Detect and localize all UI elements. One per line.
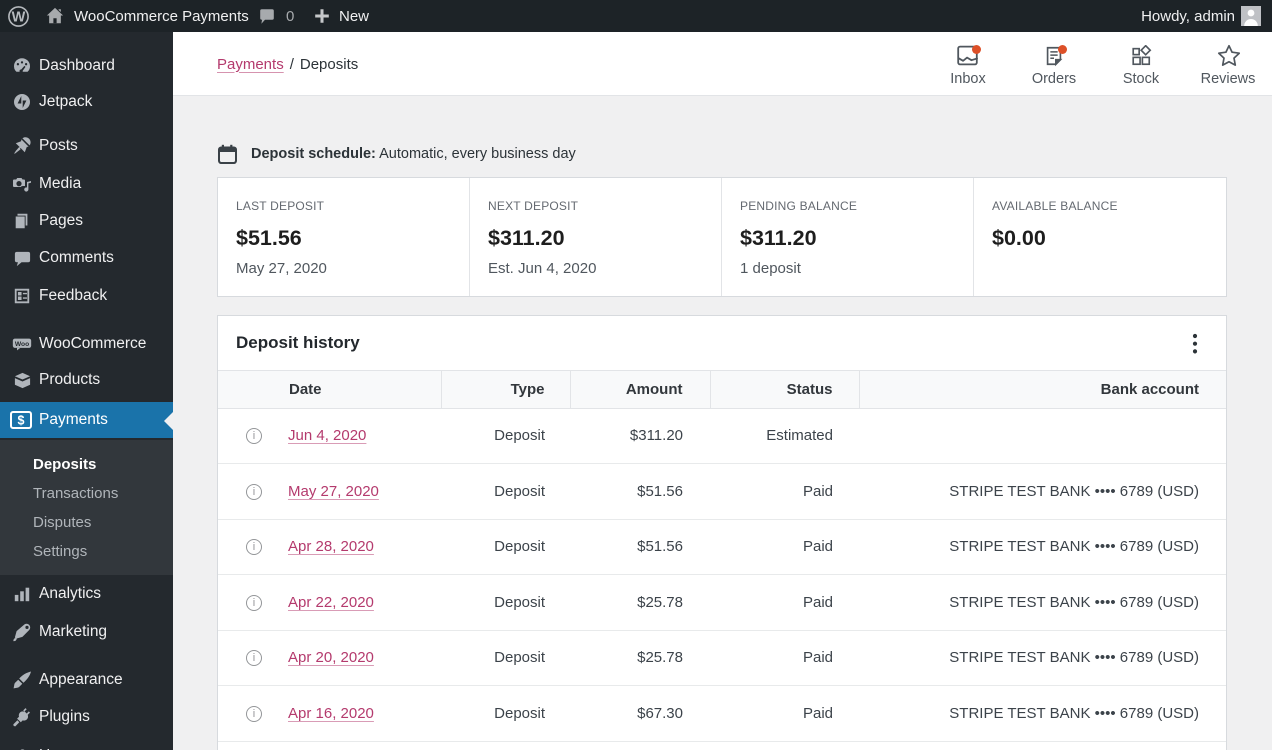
svg-text:$: $ xyxy=(18,414,25,428)
svg-text:W: W xyxy=(12,9,26,25)
svg-text:Woo: Woo xyxy=(15,341,29,348)
